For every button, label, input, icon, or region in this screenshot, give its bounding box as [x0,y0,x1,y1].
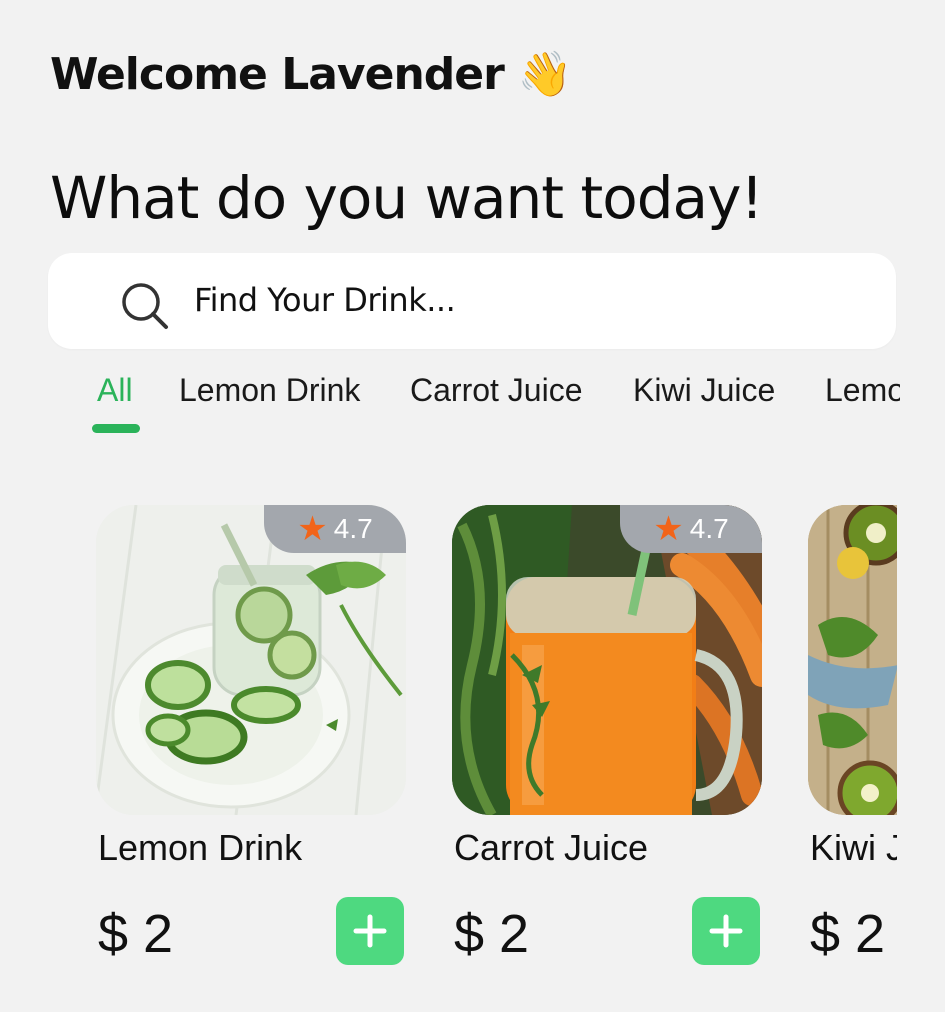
star-icon: ★ [653,510,684,548]
tab-lemo[interactable]: Lemo [825,372,900,409]
product-list: ★ 4.7 Lemon Drink $ 2 ★ 4.7 Carrot Juice… [0,505,897,1012]
plus-icon [709,914,743,948]
product-image[interactable] [808,505,897,815]
tab-kiwi-juice[interactable]: Kiwi Juice [633,372,775,409]
rating-value: 4.7 [333,513,373,544]
add-to-cart-button[interactable] [336,897,404,965]
add-to-cart-button[interactable] [692,897,760,965]
tab-all[interactable]: All [97,372,133,409]
page-title: What do you want today! [50,164,764,232]
product-price: $ 2 [810,904,886,964]
welcome-text: Welcome Lavender [50,48,505,100]
category-tabs: All Lemon Drink Carrot Juice Kiwi Juice … [0,372,900,442]
product-card[interactable]: ★ 4.7 Lemon Drink $ 2 [96,505,406,965]
plus-icon [353,914,387,948]
tab-carrot-juice[interactable]: Carrot Juice [410,372,583,409]
kiwi-image [808,505,897,815]
search-input[interactable]: Find Your Drink... [194,281,456,319]
search-bar[interactable]: Find Your Drink... [48,253,896,349]
star-icon: ★ [297,510,328,548]
product-price: $ 2 [454,904,530,964]
waving-hand-icon: 👋 [517,49,573,100]
product-name: Lemon Drink [98,827,303,868]
product-name: Carrot Juice [454,827,649,868]
product-image[interactable]: ★ 4.7 [452,505,762,815]
active-tab-indicator [92,424,140,433]
product-image[interactable]: ★ 4.7 [96,505,406,815]
product-name: Kiwi J [810,827,897,868]
product-card[interactable]: Kiwi J $ 2 [808,505,897,964]
rating-value: 4.7 [689,513,729,544]
product-card[interactable]: ★ 4.7 Carrot Juice $ 2 [452,505,762,965]
welcome-heading: Welcome Lavender 👋 [50,48,573,101]
tab-lemon-drink[interactable]: Lemon Drink [179,372,360,409]
search-icon [122,283,168,329]
product-price: $ 2 [98,904,174,964]
rating-badge: ★ 4.7 [264,505,406,553]
rating-badge: ★ 4.7 [620,505,762,553]
